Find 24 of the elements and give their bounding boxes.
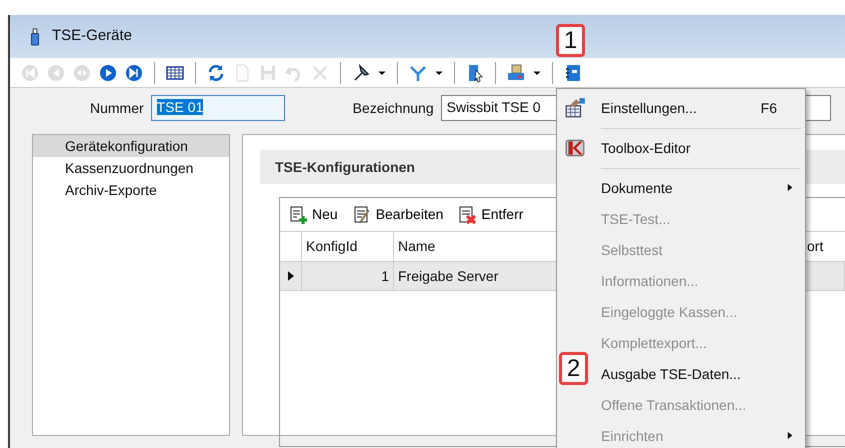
field-label: Nummer <box>90 98 144 118</box>
settings-icon <box>564 97 586 119</box>
window-title: TSE-Geräte <box>52 26 132 46</box>
edit-document-icon <box>352 204 372 224</box>
text-field[interactable]: TSE 01 <box>150 95 285 121</box>
callout-badge: 2 <box>559 352 588 385</box>
sidebar-item[interactable]: Kassenzuordnungen <box>33 157 229 179</box>
toolbar-button[interactable]: Entferr <box>455 204 526 225</box>
shortcut-label: F6 <box>760 99 777 118</box>
table-cell: 1 <box>302 262 394 290</box>
toolbar-button[interactable]: Bearbeiten <box>350 204 446 225</box>
toolbar-button[interactable]: Neu <box>286 204 340 225</box>
submenu-arrow-icon <box>786 431 795 440</box>
menu-item[interactable]: Ausgabe TSE-Daten... <box>601 359 805 390</box>
column-header: ort <box>806 237 824 256</box>
add-document-icon <box>288 204 308 224</box>
sidebar-item[interactable]: Archiv-Exporte <box>33 179 229 201</box>
sidebar-item[interactable]: Gerätekonfiguration <box>33 135 229 157</box>
field-label: Bezeichnung <box>352 98 434 118</box>
remove-document-icon <box>457 204 478 224</box>
menu-item[interactable]: Einstellungen... F6 <box>601 93 805 124</box>
submenu-arrow-icon <box>786 183 795 192</box>
toolbox-icon <box>564 137 586 159</box>
callout-badge: 1 <box>556 24 585 57</box>
